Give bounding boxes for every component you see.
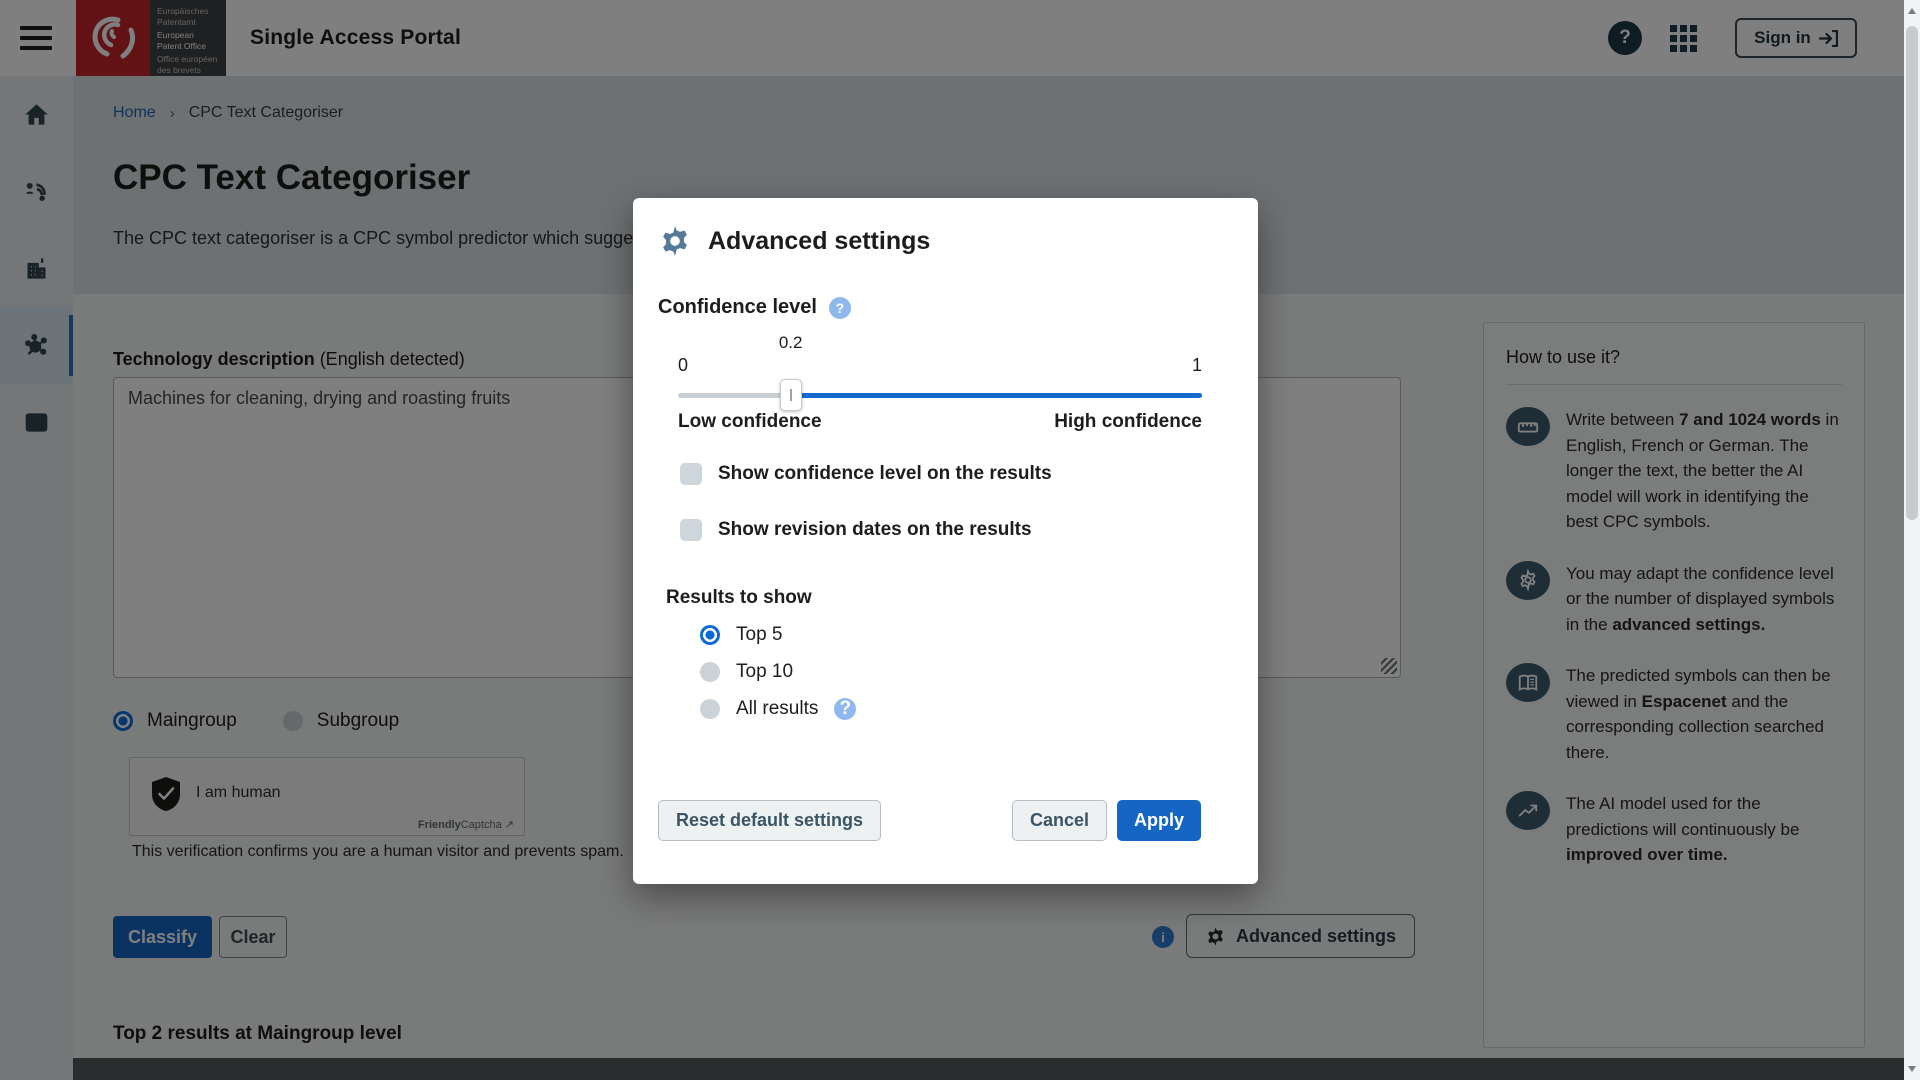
show-confidence-label: Show confidence level on the results: [718, 463, 1052, 485]
top5-label: Top 5: [736, 624, 782, 646]
scrollbar-down-arrow[interactable]: [1908, 1066, 1916, 1072]
show-confidence-checkbox[interactable]: [680, 463, 702, 485]
top5-radio-row[interactable]: Top 5: [700, 624, 1201, 646]
page-scrollbar[interactable]: [1904, 0, 1920, 1080]
high-confidence-label: High confidence: [1054, 411, 1202, 433]
results-to-show-label: Results to show: [666, 587, 1201, 609]
slider-fill: [791, 393, 1202, 398]
top10-label: Top 10: [736, 661, 793, 683]
dialog-title: Advanced settings: [708, 227, 930, 256]
show-revision-checkbox[interactable]: [680, 519, 702, 541]
slider-track[interactable]: [678, 393, 1202, 398]
show-revision-checkbox-row[interactable]: Show revision dates on the results: [680, 519, 1201, 541]
low-confidence-label: Low confidence: [678, 411, 822, 433]
all-results-label: All results: [736, 698, 818, 720]
confidence-level-label: Confidence level: [658, 296, 817, 319]
confidence-slider: 0.2 0 1 Low confidence High confidence: [678, 333, 1202, 429]
all-results-radio-row[interactable]: All results ?: [700, 698, 1201, 720]
apply-button[interactable]: Apply: [1117, 800, 1201, 841]
slider-value-label: 0.2: [779, 333, 803, 353]
gear-icon: [658, 224, 692, 258]
slider-min-label: 0: [678, 355, 688, 376]
scrollbar-up-arrow[interactable]: [1908, 8, 1916, 14]
advanced-settings-dialog: Advanced settings Confidence level ? 0.2…: [633, 198, 1258, 884]
all-results-help-icon[interactable]: ?: [834, 698, 856, 720]
cancel-button[interactable]: Cancel: [1012, 800, 1107, 841]
show-revision-label: Show revision dates on the results: [718, 519, 1032, 541]
slider-max-label: 1: [1192, 355, 1202, 376]
reset-default-settings-button[interactable]: Reset default settings: [658, 800, 881, 841]
top10-radio-row[interactable]: Top 10: [700, 661, 1201, 683]
top5-radio[interactable]: [700, 625, 720, 645]
confidence-help-icon[interactable]: ?: [829, 297, 851, 319]
show-confidence-checkbox-row[interactable]: Show confidence level on the results: [680, 463, 1201, 485]
all-results-radio[interactable]: [700, 699, 720, 719]
top10-radio[interactable]: [700, 662, 720, 682]
scrollbar-thumb[interactable]: [1906, 26, 1918, 520]
slider-handle[interactable]: [780, 379, 802, 411]
